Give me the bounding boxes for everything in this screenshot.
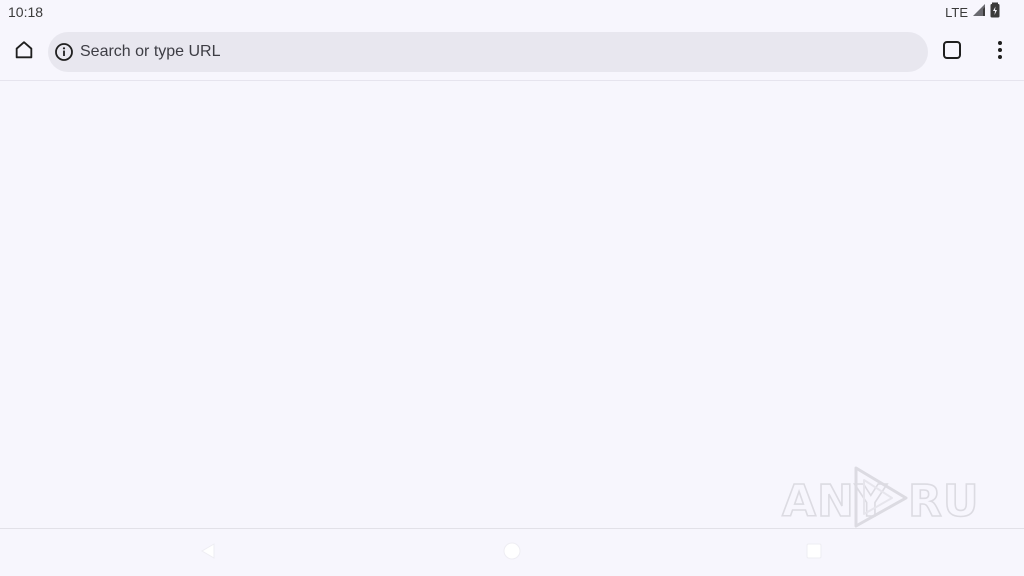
more-vert-icon [997, 40, 1003, 65]
home-button[interactable] [8, 36, 40, 68]
home-icon [13, 39, 35, 66]
recents-icon [805, 542, 823, 565]
watermark-text-left: ANY [782, 476, 888, 527]
watermark-text-right: RUN [908, 476, 980, 527]
signal-icon [972, 3, 986, 22]
back-icon [199, 542, 217, 565]
info-icon[interactable] [54, 42, 74, 62]
battery-icon [990, 2, 1000, 23]
anyrun-watermark: ANY RUN [780, 466, 1017, 528]
status-bar: 10:18 LTE [0, 0, 1024, 24]
nav-back-button[interactable] [196, 541, 220, 565]
network-type: LTE [945, 4, 968, 20]
page-content[interactable] [0, 82, 1024, 528]
omnibox[interactable]: Search or type URL [48, 32, 928, 72]
browser-toolbar: Search or type URL [0, 24, 1024, 81]
tab-switcher-button[interactable] [936, 36, 968, 68]
menu-button[interactable] [984, 36, 1016, 68]
status-icons: LTE [945, 2, 1000, 23]
nav-home-button[interactable] [500, 541, 524, 565]
tab-switcher-icon [942, 40, 962, 65]
system-nav-bar [0, 528, 1024, 576]
status-time: 10:18 [8, 4, 44, 20]
omnibox-placeholder[interactable]: Search or type URL [80, 43, 221, 61]
nav-recents-button[interactable] [802, 541, 826, 565]
home-circle-icon [502, 541, 522, 566]
